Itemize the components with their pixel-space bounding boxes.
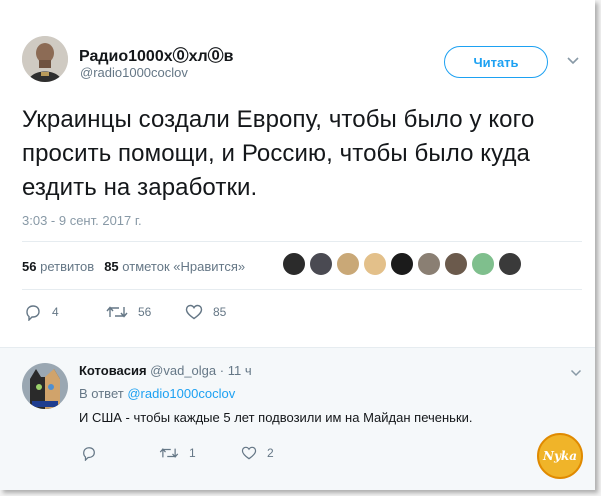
liker-avatar[interactable] [417, 252, 441, 276]
reply-time[interactable]: · 11 ч [220, 363, 252, 378]
avatar-image [22, 36, 68, 82]
reply-author-handle[interactable]: @vad_olga [150, 363, 216, 378]
reply-author-name[interactable]: Котовасия [79, 363, 147, 378]
liker-avatar[interactable] [309, 252, 333, 276]
like-action[interactable]: 2 [241, 443, 274, 463]
divider [0, 347, 595, 348]
liker-avatar[interactable] [471, 252, 495, 276]
retweets-stat[interactable]: 56 ретвитов [22, 259, 94, 274]
retweet-count: 56 [138, 305, 152, 319]
reply-to-link[interactable]: @radio1000coclov [127, 386, 235, 401]
heart-icon [241, 446, 257, 460]
divider [22, 241, 582, 242]
reply-to-line: В ответ @radio1000coclov [79, 386, 236, 401]
reply-action[interactable] [81, 443, 107, 463]
retweet-icon [159, 448, 179, 458]
reply-icon [26, 304, 40, 321]
retweet-action[interactable]: 56 [106, 302, 151, 322]
heart-icon [185, 304, 203, 320]
liker-avatar[interactable] [390, 252, 414, 276]
liker-avatar[interactable] [282, 252, 306, 276]
retweet-action[interactable]: 1 [159, 443, 196, 463]
reply-header: Котовасия @vad_olga · 11 ч [79, 363, 252, 378]
svg-text:Nyka: Nyka [542, 449, 577, 463]
chevron-down-icon[interactable] [570, 369, 582, 377]
author-name[interactable]: Радио1000х⓪хл⓪в [79, 42, 234, 66]
reply-icon [83, 446, 95, 461]
reply-action[interactable]: 4 [24, 302, 59, 322]
like-count: 85 [213, 305, 227, 319]
likes-stat[interactable]: 85 отметок «Нравится» [104, 259, 245, 274]
cat-avatar-image [22, 363, 68, 409]
like-action[interactable]: 85 [185, 302, 226, 322]
liker-avatar[interactable] [444, 252, 468, 276]
chevron-down-icon[interactable] [566, 56, 580, 66]
liker-avatar[interactable] [363, 252, 387, 276]
tweet-text: Украинцы создали Европу, чтобы было у ко… [22, 106, 535, 201]
likers-avatars [282, 252, 525, 278]
retweet-icon [106, 306, 128, 318]
reply-text: И США - чтобы каждые 5 лет подвозили им … [79, 410, 473, 425]
liker-avatar[interactable] [498, 252, 522, 276]
tweet-card: Радио1000х⓪хл⓪в @radio1000coclov Читать … [0, 0, 595, 490]
reply-count: 4 [52, 305, 59, 319]
follow-button[interactable]: Читать [444, 46, 548, 78]
like-count: 2 [267, 446, 274, 460]
tweet-stats: 56 ретвитов 85 отметок «Нравится» [22, 259, 245, 274]
reply-author-avatar[interactable] [22, 363, 68, 409]
author-handle[interactable]: @radio1000coclov [80, 65, 188, 80]
watermark-logo: Nyka [537, 433, 583, 479]
liker-avatar[interactable] [336, 252, 360, 276]
tweet-timestamp[interactable]: 3:03 - 9 сент. 2017 г. [22, 213, 142, 228]
divider [22, 289, 582, 290]
retweet-count: 1 [189, 446, 196, 460]
author-avatar[interactable] [22, 36, 68, 82]
